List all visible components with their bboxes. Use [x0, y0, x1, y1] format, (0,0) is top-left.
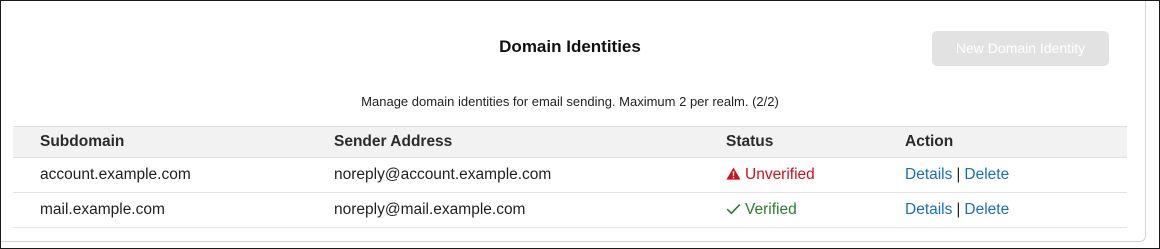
table-row: mail.example.com noreply@mail.example.co… [13, 192, 1127, 228]
details-link[interactable]: Details [905, 166, 952, 183]
domain-identities-table: Subdomain Sender Address Status Action a… [13, 126, 1127, 228]
action-cell: Details | Delete [905, 157, 1127, 193]
delete-link[interactable]: Delete [964, 166, 1009, 183]
column-header-subdomain: Subdomain [13, 126, 334, 158]
sender-address-cell: noreply@mail.example.com [334, 192, 726, 228]
action-separator: | [956, 166, 961, 183]
subdomain-cell: account.example.com [13, 157, 334, 193]
window-frame: Domain Identities New Domain Identity Ma… [0, 0, 1160, 249]
details-link[interactable]: Details [905, 201, 952, 218]
column-header-status: Status [726, 126, 905, 158]
checkmark-icon [726, 202, 741, 220]
column-header-action: Action [905, 126, 1127, 158]
sender-address-cell: noreply@account.example.com [334, 157, 726, 193]
page-subtitle: Manage domain identities for email sendi… [361, 94, 779, 109]
status-label: Unverified [745, 165, 815, 183]
domain-identities-panel: Domain Identities New Domain Identity Ma… [1, 1, 1146, 242]
action-cell: Details | Delete [905, 192, 1127, 228]
status-cell: Verified [726, 192, 905, 228]
column-header-sender-address: Sender Address [334, 126, 726, 158]
status-cell: Unverified [726, 157, 905, 193]
status-label: Verified [745, 200, 797, 218]
new-domain-identity-button[interactable]: New Domain Identity [932, 31, 1109, 66]
subdomain-cell: mail.example.com [13, 192, 334, 228]
delete-link[interactable]: Delete [964, 201, 1009, 218]
warning-triangle-icon [726, 167, 741, 185]
table-row: account.example.com noreply@account.exam… [13, 157, 1127, 193]
action-separator: | [956, 201, 961, 218]
table-header-row: Subdomain Sender Address Status Action [13, 126, 1127, 158]
